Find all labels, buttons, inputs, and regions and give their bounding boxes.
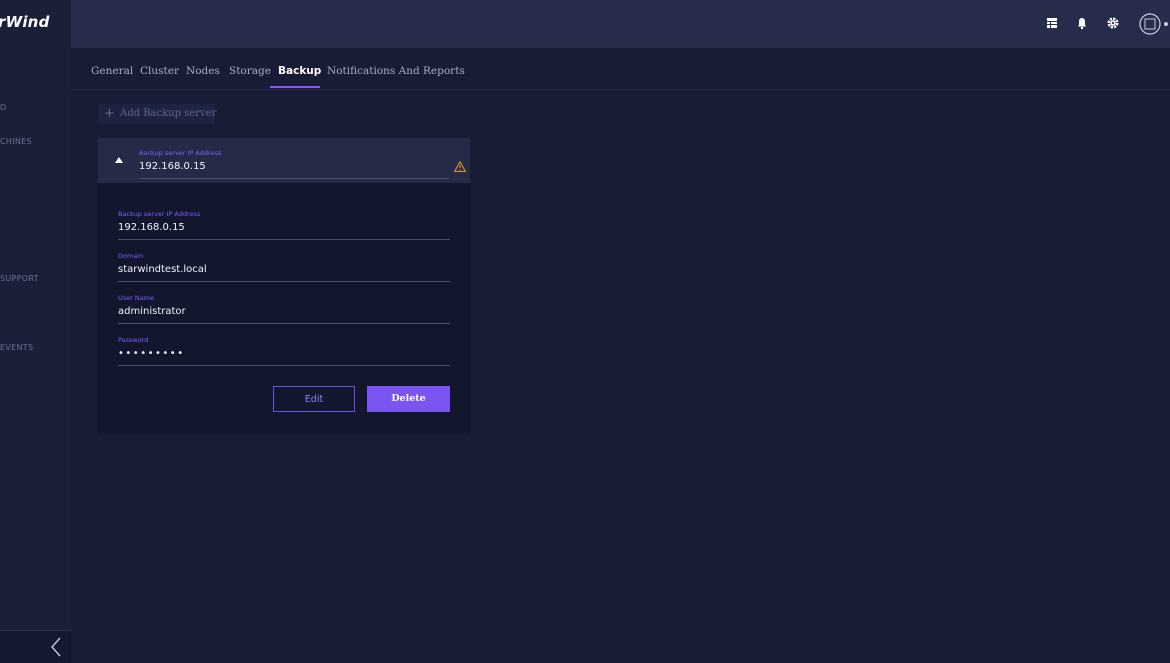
top-header — [71, 0, 1170, 48]
tab-storage[interactable]: Storage — [229, 65, 271, 77]
tab-cluster[interactable]: Cluster — [140, 65, 179, 77]
sidebar-item-machines[interactable]: CHINES — [0, 137, 32, 146]
gear-icon[interactable] — [1106, 16, 1120, 30]
caret-up-icon[interactable] — [115, 157, 123, 163]
app-logo[interactable]: rWind — [0, 13, 50, 31]
header-ip-label: Backup server IP Address — [139, 149, 222, 157]
backup-server-card-header[interactable]: Backup server IP Address 192.168.0.15 — [98, 138, 470, 183]
bell-icon[interactable] — [1075, 16, 1089, 30]
edit-button[interactable]: Edit — [273, 386, 355, 412]
sidebar-item-1[interactable]: D — [0, 103, 6, 112]
tab-notifications-and-reports[interactable]: Notifications And Reports — [327, 65, 465, 77]
ip-address-value: 192.168.0.15 — [118, 222, 185, 233]
ip-address-label: Backup server IP Address — [118, 210, 201, 218]
backup-server-card: Backup server IP Address 192.168.0.15 Ba… — [98, 138, 470, 434]
delete-button[interactable]: Delete — [367, 386, 450, 412]
sidebar-footer — [0, 630, 71, 663]
domain-value: starwindtest.local — [118, 264, 207, 275]
domain-underline — [118, 281, 450, 282]
header-ip-value: 192.168.0.15 — [139, 161, 206, 172]
settings-tabs: General Cluster Nodes Storage Backup Not… — [71, 48, 1170, 90]
sidebar-item-events[interactable]: EVENTS — [0, 343, 33, 352]
tab-general[interactable]: General — [91, 65, 133, 77]
ip-address-underline — [118, 239, 450, 240]
sidebar: rWind D CHINES SUPPORT EVENTS — [0, 0, 71, 663]
add-backup-server-button[interactable]: + Add Backup server — [98, 104, 217, 124]
user-name-value: administrator — [118, 306, 186, 317]
add-backup-server-label: Add Backup server — [120, 108, 217, 119]
user-name-underline — [118, 323, 450, 324]
password-underline — [118, 365, 450, 366]
plus-icon: + — [104, 106, 115, 121]
tab-nodes[interactable]: Nodes — [186, 65, 220, 77]
sidebar-item-support[interactable]: SUPPORT — [0, 274, 39, 283]
header-ip-underline — [139, 178, 449, 179]
domain-label: Domain — [118, 252, 144, 260]
active-tab-indicator — [270, 86, 320, 88]
avatar-icon[interactable] — [1139, 12, 1169, 36]
warning-icon — [454, 161, 466, 172]
password-label: Password — [118, 336, 149, 344]
chevron-left-icon[interactable] — [49, 637, 63, 657]
table-icon[interactable] — [1045, 16, 1059, 30]
tab-backup[interactable]: Backup — [278, 65, 321, 77]
password-value: ••••••••• — [118, 348, 185, 359]
user-name-label: User Name — [118, 294, 155, 302]
